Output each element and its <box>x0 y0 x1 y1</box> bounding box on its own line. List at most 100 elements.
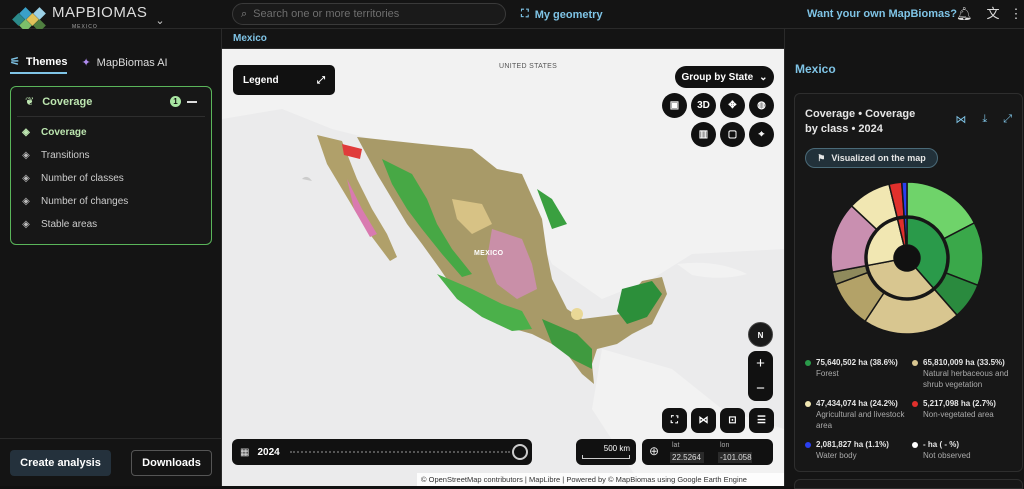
chart-title: Coverage • Coverage by class • 2024 <box>805 108 916 135</box>
pin-icon: ⌖ <box>758 129 765 140</box>
lat-input[interactable]: 22.5264 <box>670 452 704 463</box>
legend-item-non-vegetated: 5,217,098 ha (2.7%) Non-vegetated area <box>912 398 1024 420</box>
sidebar-tabs: ⚟ Themes ✦ MapBiomas AI <box>10 55 168 74</box>
legend-item-forest: 75,640,502 ha (38.6%) Forest <box>805 357 917 379</box>
search-input[interactable] <box>253 8 484 20</box>
scale-line <box>582 455 630 459</box>
legend-value: 65,810,009 ha (33.5%) <box>923 358 1005 367</box>
timeline-handle[interactable] <box>511 444 528 460</box>
layers-icon: ◈ <box>22 126 30 138</box>
layers-icon: ◈ <box>22 172 30 184</box>
zoom-controls: + − <box>748 351 773 401</box>
legend-name: Non-vegetated area <box>923 410 994 419</box>
coverage-sunburst-chart[interactable] <box>827 178 987 338</box>
compass-icon: N <box>757 331 764 340</box>
want-own-mapbiomas-link[interactable]: Want your own MapBiomas? <box>807 8 957 20</box>
coverage-panel: ❦ Coverage 1 ◈ Coverage ◈ Transitions ◈ … <box>10 86 212 245</box>
search-icon: ⌕ <box>241 7 248 20</box>
more-vertical-icon[interactable]: ⋮ <box>1008 6 1024 22</box>
list-search-button[interactable]: ☰ <box>749 408 774 433</box>
plant-icon: ❦ <box>25 96 35 108</box>
create-analysis-button[interactable]: Create analysis <box>10 450 111 476</box>
legend-value: 47,434,074 ha (24.2%) <box>816 399 898 408</box>
sidebar-item-stable-areas[interactable]: ◈ Stable areas <box>11 213 211 236</box>
downloads-button[interactable]: Downloads <box>131 450 212 476</box>
my-geometry-button[interactable]: ⛶ My geometry <box>521 8 603 21</box>
layers-icon: ◈ <box>22 195 30 207</box>
chevron-down-icon[interactable]: ⌄ <box>155 14 164 27</box>
location-button[interactable]: ⌖ <box>749 122 774 147</box>
translate-icon[interactable]: 文 <box>985 6 1001 22</box>
breadcrumb[interactable]: Mexico <box>222 29 784 49</box>
divider <box>0 438 222 439</box>
count-badge: 1 <box>170 96 181 107</box>
focus-button[interactable]: ⊡ <box>720 408 745 433</box>
my-geometry-label: My geometry <box>534 8 603 21</box>
image-layer-button[interactable]: ▣ <box>662 93 687 118</box>
comment-button[interactable]: ▢ <box>720 122 745 147</box>
compass-button[interactable]: N <box>748 322 773 347</box>
legend-value: - ha ( - %) <box>923 440 959 449</box>
logo-text: MAPBIOMAS <box>52 4 148 21</box>
group-by-dropdown[interactable]: Group by State ⌄ <box>675 66 774 88</box>
country-label-mexico: MEXICO <box>474 250 504 257</box>
left-sidebar: ⚟ Themes ✦ MapBiomas AI ❦ Coverage 1 ◈ C… <box>0 29 222 486</box>
layers-icon: ◈ <box>22 149 30 161</box>
image-icon: ▣ <box>669 100 680 111</box>
fullscreen-button[interactable]: ⛶ <box>662 408 687 433</box>
map-pin-icon: ⚑ <box>817 152 826 163</box>
legend-dot <box>805 359 811 366</box>
sidebar-item-transitions[interactable]: ◈ Transitions <box>11 144 211 167</box>
expand-icon: ⤢ <box>317 74 325 86</box>
tab-themes[interactable]: ⚟ Themes <box>10 55 68 74</box>
bell-icon[interactable]: 🔔︎ <box>956 6 973 22</box>
chevron-down-icon: ⌄ <box>759 71 768 83</box>
satellite-button[interactable]: ✥ <box>720 93 745 118</box>
sidebar-item-label: Number of classes <box>41 173 124 184</box>
legend-item-agricultural: 47,434,074 ha (24.2%) Agricultural and l… <box>805 398 917 431</box>
visualized-on-map-button[interactable]: ⚑ Visualized on the map <box>805 148 938 168</box>
search-box[interactable]: ⌕ <box>232 3 506 25</box>
zoom-out-button[interactable]: − <box>748 376 773 401</box>
lat-label: lat <box>672 442 680 449</box>
sidebar-item-number-of-classes[interactable]: ◈ Number of classes <box>11 167 211 190</box>
sidebar-item-number-of-changes[interactable]: ◈ Number of changes <box>11 190 211 213</box>
geometry-icon: ⛶ <box>521 8 529 20</box>
right-panel: Mexico Coverage • Coverage by class • 20… <box>784 29 1024 489</box>
share-button[interactable]: ⋈ <box>691 408 716 433</box>
map-style-button[interactable]: ▥ <box>691 122 716 147</box>
legend-dot <box>805 400 811 407</box>
legend-name: Forest <box>816 369 839 378</box>
globe-button[interactable]: ◍ <box>749 93 774 118</box>
3d-button[interactable]: 3D <box>691 93 716 118</box>
sidebar-item-label: Stable areas <box>41 219 98 230</box>
timeline-track[interactable] <box>289 451 510 453</box>
coverage-panel-header[interactable]: ❦ Coverage 1 <box>17 87 205 117</box>
legend-dot <box>912 441 918 448</box>
legend-value: 2,081,827 ha (1.1%) <box>816 440 889 449</box>
calendar-icon: ▦ <box>240 446 250 458</box>
sidebar-item-label: Transitions <box>41 150 90 161</box>
comment-icon: ▢ <box>727 129 738 140</box>
crosshair-icon[interactable]: ⊕ <box>649 444 659 458</box>
collapse-icon[interactable] <box>187 100 197 103</box>
legend-name: Natural herbaceous and shrub vegetation <box>923 369 1009 389</box>
legend-button[interactable]: Legend ⤢ <box>233 65 335 95</box>
tab-mapbiomas-ai[interactable]: ✦ MapBiomas AI <box>81 55 167 74</box>
share-icon[interactable]: ⋈ <box>955 113 966 126</box>
download-icon[interactable]: ⤓ <box>982 113 987 126</box>
lon-input[interactable]: -101.0583 <box>718 452 752 463</box>
zoom-in-button[interactable]: + <box>748 351 773 376</box>
satellite-icon: ✥ <box>728 100 737 111</box>
year-timeline[interactable]: ▦ 2024 <box>232 439 532 465</box>
sparkle-icon: ✦ <box>81 57 91 69</box>
legend-name: Water body <box>816 451 857 460</box>
lon-label: lon <box>720 442 730 449</box>
expand-icon[interactable]: ⤢ <box>1003 113 1012 126</box>
map-attribution[interactable]: © OpenStreetMap contributors | MapLibre … <box>417 473 784 486</box>
sidebar-item-coverage[interactable]: ◈ Coverage <box>11 121 211 144</box>
legend-item-natural-herbaceous: 65,810,009 ha (33.5%) Natural herbaceous… <box>912 357 1024 390</box>
map-canvas[interactable]: UNITED STATES MEXICO Legend ⤢ Group by S… <box>222 49 784 486</box>
panel-title: Coverage <box>42 95 93 108</box>
share-icon: ⋈ <box>698 415 709 426</box>
